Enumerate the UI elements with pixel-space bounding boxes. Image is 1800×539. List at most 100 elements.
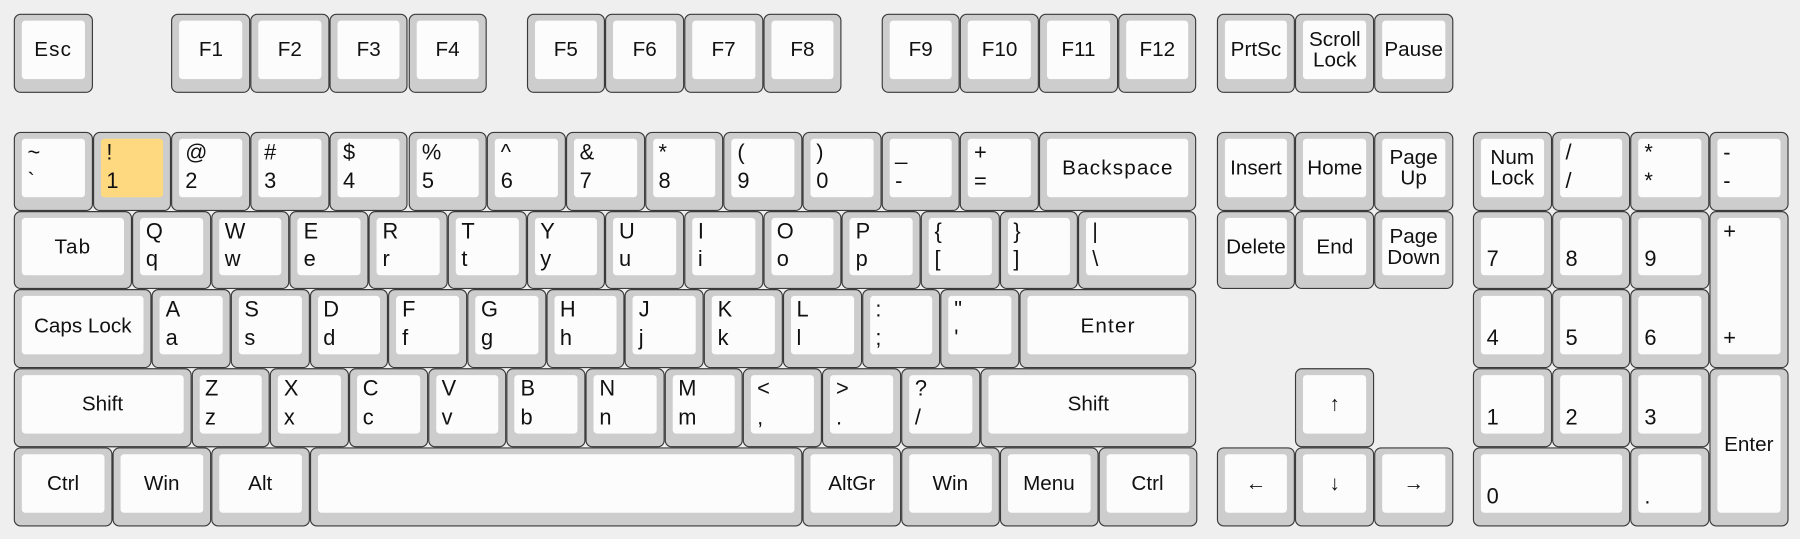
key-k[interactable]: Kk — [703, 289, 783, 369]
key-np-enter[interactable]: Enter — [1709, 368, 1789, 526]
key-f11[interactable]: F11 — [1039, 13, 1118, 93]
key-eight[interactable]: * 8 — [644, 131, 724, 211]
key-np-2[interactable]: 2 — [1551, 368, 1631, 448]
key-np-multiply[interactable]: * * — [1630, 131, 1710, 211]
key-right-ctrl[interactable]: Ctrl — [1098, 447, 1197, 526]
key-np-minus[interactable]: -- — [1709, 131, 1789, 211]
key-np-8[interactable]: 8 — [1551, 210, 1631, 290]
key-np-9[interactable]: 9 — [1630, 210, 1710, 290]
key-v[interactable]: Vv — [427, 368, 507, 448]
key-slash[interactable]: ? / — [901, 368, 980, 448]
key-m[interactable]: Mm — [664, 368, 744, 448]
key-right-win[interactable]: Win — [901, 447, 1000, 526]
key-zero[interactable]: ) 0 — [802, 131, 882, 211]
key-r[interactable]: Rr — [368, 210, 448, 290]
key-right-shift[interactable]: Shift — [979, 368, 1197, 448]
key-o[interactable]: Oo — [763, 210, 842, 290]
key-nine[interactable]: (9 — [723, 131, 803, 211]
key-f1[interactable]: F1 — [171, 13, 251, 93]
key-delete[interactable]: Delete — [1216, 210, 1296, 290]
key-f10[interactable]: F10 — [960, 13, 1040, 93]
key-np-4[interactable]: 4 — [1472, 289, 1552, 369]
key-alt[interactable]: Alt — [210, 447, 310, 526]
key-f2[interactable]: F2 — [250, 13, 330, 93]
key-np-7[interactable]: 7 — [1472, 210, 1552, 290]
key-x[interactable]: Xx — [270, 368, 349, 448]
key-np-decimal[interactable]: . — [1630, 447, 1710, 526]
key-g[interactable]: Gg — [467, 289, 547, 369]
key-seven[interactable]: & 7 — [565, 131, 645, 211]
key-comma[interactable]: <, — [743, 368, 823, 448]
key-q[interactable]: Qq — [132, 210, 211, 290]
key-page-down[interactable]: Page Down — [1374, 210, 1454, 290]
key-three[interactable]: #3 — [250, 131, 330, 211]
key-np-divide[interactable]: / / — [1551, 131, 1631, 211]
key-six[interactable]: ^ 6 — [486, 131, 566, 211]
key-arrow-up[interactable]: ↑ — [1295, 368, 1375, 448]
key-s[interactable]: Ss — [230, 289, 310, 369]
key-c[interactable]: Cc — [348, 368, 428, 448]
key-equals[interactable]: + = — [960, 131, 1040, 211]
key-np-plus[interactable]: + + — [1709, 210, 1789, 369]
key-num-lock[interactable]: Num Lock — [1472, 131, 1552, 211]
key-f7[interactable]: F7 — [684, 13, 763, 93]
key-four[interactable]: $4 — [329, 131, 409, 211]
key-j[interactable]: Jj — [624, 289, 704, 369]
key-f8[interactable]: F8 — [763, 13, 842, 93]
key-pause[interactable]: Pause — [1374, 13, 1454, 93]
key-tab[interactable]: Tab — [13, 210, 133, 290]
key-f[interactable]: Ff — [388, 289, 468, 369]
key-np-0[interactable]: 0 — [1472, 447, 1631, 526]
key-z[interactable]: Zz — [191, 368, 271, 448]
key-page-up[interactable]: Page Up — [1374, 131, 1454, 211]
key-t[interactable]: Tt — [447, 210, 527, 290]
key-np-1[interactable]: 1 — [1472, 368, 1552, 448]
key-lbracket[interactable]: {[ — [920, 210, 1000, 290]
key-home[interactable]: Home — [1295, 131, 1375, 211]
key-l[interactable]: Ll — [782, 289, 862, 369]
key-arrow-down[interactable]: ↓ — [1295, 447, 1375, 526]
key-end[interactable]: End — [1295, 210, 1375, 290]
key-space[interactable] — [309, 447, 803, 526]
key-left-ctrl[interactable]: Ctrl — [13, 447, 113, 526]
key-f6[interactable]: F6 — [605, 13, 685, 93]
key-e[interactable]: Ee — [289, 210, 369, 290]
key-f12[interactable]: F12 — [1117, 13, 1197, 93]
key-prtsc[interactable]: PrtSc — [1216, 13, 1296, 93]
key-np-3[interactable]: 3 — [1630, 368, 1710, 448]
key-enter[interactable]: Enter — [1019, 289, 1197, 369]
key-f3[interactable]: F3 — [329, 13, 409, 93]
key-h[interactable]: Hh — [546, 289, 625, 369]
key-backslash[interactable]: | \ — [1078, 210, 1197, 290]
key-period[interactable]: >. — [822, 368, 902, 448]
key-arrow-left[interactable]: ← — [1216, 447, 1296, 526]
key-five[interactable]: % 5 — [408, 131, 487, 211]
key-w[interactable]: Ww — [210, 210, 290, 290]
key-one[interactable]: ! 1 — [92, 131, 172, 211]
key-u[interactable]: Uu — [605, 210, 685, 290]
key-two[interactable]: @2 — [171, 131, 251, 211]
key-d[interactable]: Dd — [309, 289, 389, 369]
key-n[interactable]: Nn — [585, 368, 665, 448]
key-b[interactable]: Bb — [506, 368, 586, 448]
key-left-shift[interactable]: Shift — [13, 368, 192, 448]
key-rbracket[interactable]: }] — [999, 210, 1079, 290]
key-f9[interactable]: F9 — [881, 13, 961, 93]
key-np-5[interactable]: 5 — [1551, 289, 1631, 369]
key-scroll-lock[interactable]: Scroll Lock — [1295, 13, 1375, 93]
key-p[interactable]: Pp — [841, 210, 921, 290]
key-esc[interactable]: Esc — [13, 13, 93, 93]
key-backspace[interactable]: Backspace — [1039, 131, 1197, 211]
key-a[interactable]: Aa — [151, 289, 231, 369]
key-arrow-right[interactable]: → — [1374, 447, 1454, 526]
key-caps-lock[interactable]: Caps Lock — [13, 289, 152, 369]
key-y[interactable]: Yy — [526, 210, 606, 290]
key-quote[interactable]: " ' — [940, 289, 1020, 369]
key-insert[interactable]: Insert — [1216, 131, 1296, 211]
key-altgr[interactable]: AltGr — [802, 447, 902, 526]
key-f5[interactable]: F5 — [526, 13, 606, 93]
key-minus[interactable]: _ - — [881, 131, 961, 211]
key-backtick[interactable]: ~ ` — [13, 131, 93, 211]
key-semicolon[interactable]: :; — [861, 289, 941, 369]
key-np-6[interactable]: 6 — [1630, 289, 1710, 369]
